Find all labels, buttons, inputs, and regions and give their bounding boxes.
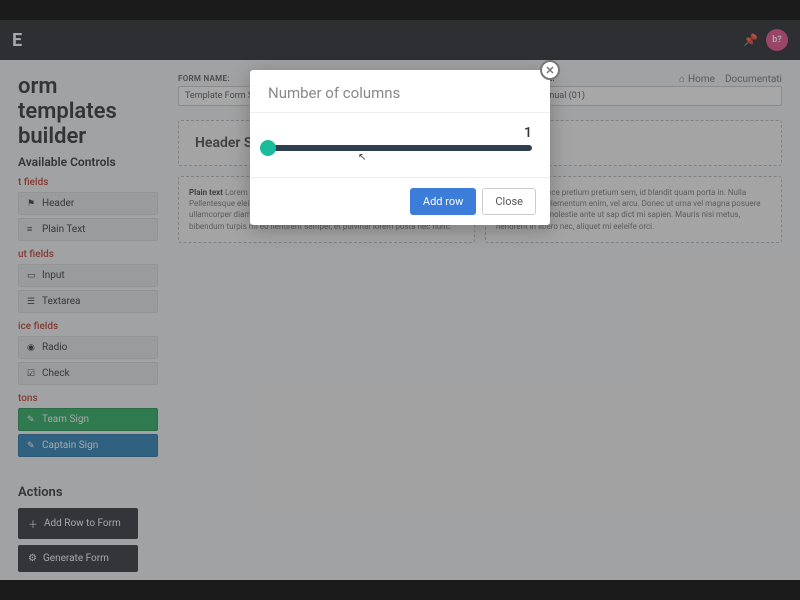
slider-value: 1: [268, 125, 532, 141]
columns-modal: ✕ Number of columns 1 Add row Close: [250, 70, 550, 225]
columns-slider[interactable]: [268, 145, 532, 151]
add-row-confirm-button[interactable]: Add row: [410, 188, 476, 215]
modal-title: Number of columns: [250, 70, 550, 112]
close-icon[interactable]: ✕: [540, 60, 560, 80]
slider-thumb[interactable]: [260, 140, 276, 156]
close-button[interactable]: Close: [482, 188, 536, 215]
modal-overlay[interactable]: ✕ Number of columns 1 Add row Close ↖: [0, 0, 800, 600]
